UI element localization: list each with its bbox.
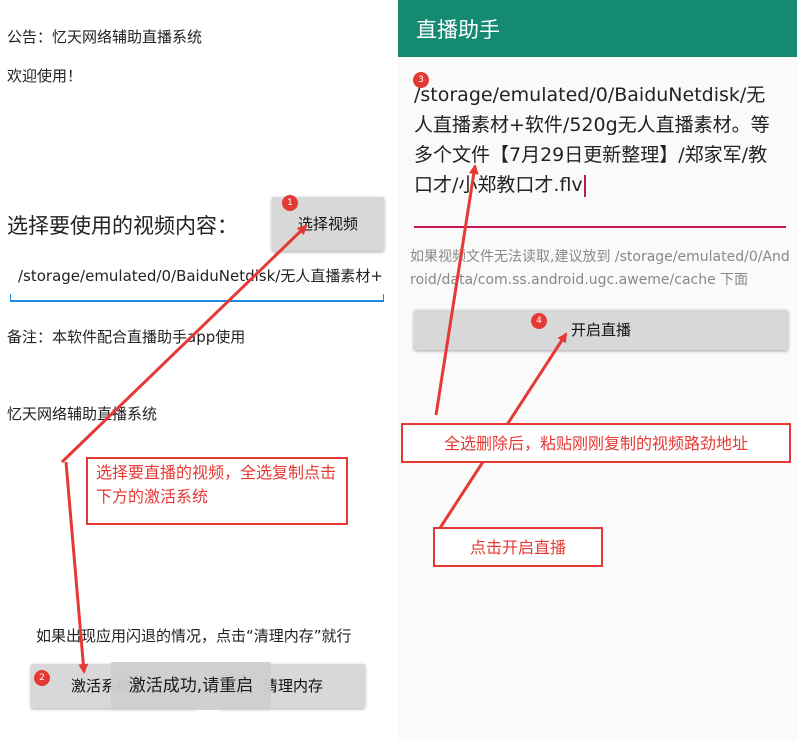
video-path-input[interactable]: /storage/emulated/0/BaiduNetdisk/无人直播素材+ [18,265,384,286]
step-marker-3: 3 [413,72,429,88]
system-name-text: 忆天网络辅助直播系统 [7,405,158,423]
left-app-screen: 公告：忆天网络辅助直播系统 欢迎使用！ 选择要使用的视频内容： 选择视频 /st… [0,0,398,741]
step-marker-2: 2 [34,670,50,686]
right-app-screen: 直播助手 /storage/emulated/0/BaiduNetdisk/无人… [398,0,797,741]
file-location-hint: 如果视频文件无法读取,建议放到 /storage/emulated/0/Andr… [410,249,790,288]
video-path-edit-field[interactable]: /storage/emulated/0/BaiduNetdisk/无人直播素材+… [414,80,784,200]
step-marker-4: 4 [531,313,547,329]
welcome-text: 欢迎使用！ [7,67,83,85]
activation-toast: 激活成功,请重启 [111,662,271,710]
video-path-text: /storage/emulated/0/BaiduNetdisk/无人直播素材+… [414,84,770,196]
text-cursor [583,174,586,197]
start-live-button[interactable]: 开启直播 [414,310,788,350]
path-input-underline [10,294,384,302]
note-text: 备注：本软件配合直播助手app使用 [7,328,246,346]
callout-paste-path: 全选删除后，粘贴刚刚复制的视频路劲地址 [401,423,791,463]
edit-field-underline [414,226,786,228]
callout-click-start: 点击开启直播 [433,527,603,567]
select-video-label: 选择要使用的视频内容： [7,214,238,238]
app-bar: 直播助手 [398,0,797,57]
step-marker-1: 1 [282,195,298,211]
callout-select-and-copy: 选择要直播的视频，全选复制点击下方的激活系统 [86,457,348,525]
crash-hint-text: 如果出现应用闪退的情况，点击“清理内存”就行 [36,627,352,645]
app-title: 直播助手 [416,18,500,42]
announcement-text: 公告：忆天网络辅助直播系统 [7,28,203,46]
